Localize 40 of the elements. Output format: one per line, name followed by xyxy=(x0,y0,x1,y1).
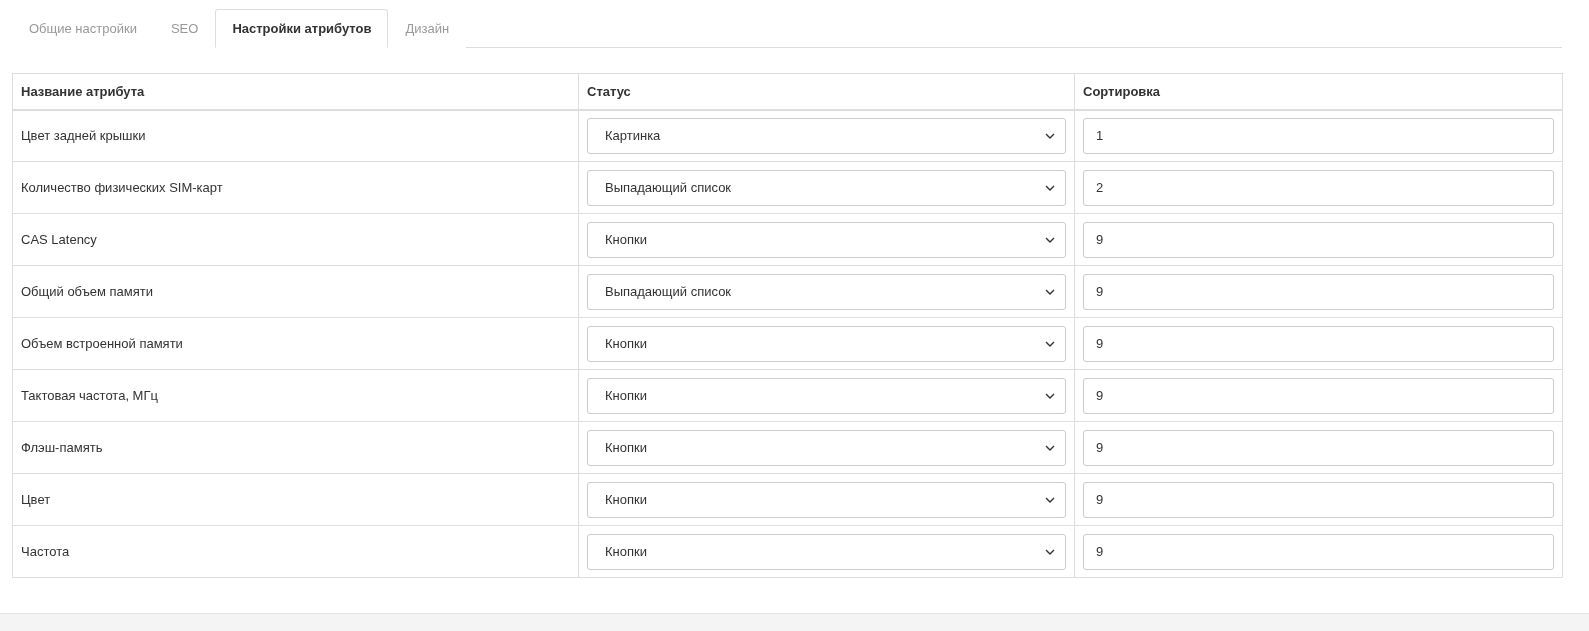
sort-input[interactable]: 9 xyxy=(1083,273,1554,310)
chevron-down-icon xyxy=(1045,496,1055,503)
attribute-name: Цвет xyxy=(21,492,51,507)
chevron-down-icon xyxy=(1045,340,1055,347)
status-select[interactable]: Картинка xyxy=(587,117,1066,154)
sort-input[interactable]: 9 xyxy=(1083,377,1554,414)
sort-input[interactable]: 1 xyxy=(1083,117,1554,154)
sort-input[interactable]: 2 xyxy=(1083,169,1554,206)
status-select[interactable]: Кнопки xyxy=(587,377,1066,414)
sort-input[interactable]: 9 xyxy=(1083,221,1554,258)
status-select[interactable]: Кнопки xyxy=(587,481,1066,518)
status-select[interactable]: Выпадающий список xyxy=(587,169,1066,206)
chevron-down-icon xyxy=(1045,288,1055,295)
chevron-down-icon xyxy=(1045,132,1055,139)
chevron-down-icon xyxy=(1045,236,1055,243)
attribute-name: Объем встроенной памяти xyxy=(21,336,183,351)
status-select[interactable]: Кнопки xyxy=(587,325,1066,362)
sort-input[interactable]: 9 xyxy=(1083,429,1554,466)
attribute-name: Флэш-память xyxy=(21,440,103,455)
attribute-name: Общий объем памяти xyxy=(21,284,153,299)
sort-input[interactable]: 9 xyxy=(1083,533,1554,570)
chevron-down-icon xyxy=(1045,184,1055,191)
tab[interactable]: Настройки атрибутов xyxy=(215,9,389,48)
status-select[interactable]: Кнопки xyxy=(587,533,1066,570)
column-header: Статус xyxy=(578,73,1075,110)
sort-input[interactable]: 9 xyxy=(1083,325,1554,362)
attribute-name: CAS Latency xyxy=(21,232,97,247)
status-select[interactable]: Выпадающий список xyxy=(587,273,1066,310)
chevron-down-icon xyxy=(1045,548,1055,555)
status-select[interactable]: Кнопки xyxy=(587,429,1066,466)
column-header: Название атрибута xyxy=(12,73,579,110)
attribute-name: Количество физических SIM-карт xyxy=(21,180,223,195)
sort-input[interactable]: 9 xyxy=(1083,481,1554,518)
status-select[interactable]: Кнопки xyxy=(587,221,1066,258)
column-header: Сортировка xyxy=(1074,73,1563,110)
chevron-down-icon xyxy=(1045,444,1055,451)
attribute-name: Частота xyxy=(21,544,70,559)
chevron-down-icon xyxy=(1045,392,1055,399)
attribute-name: Цвет задней крышки xyxy=(21,128,146,144)
attribute-name: Тактовая частота, МГц xyxy=(21,388,158,403)
